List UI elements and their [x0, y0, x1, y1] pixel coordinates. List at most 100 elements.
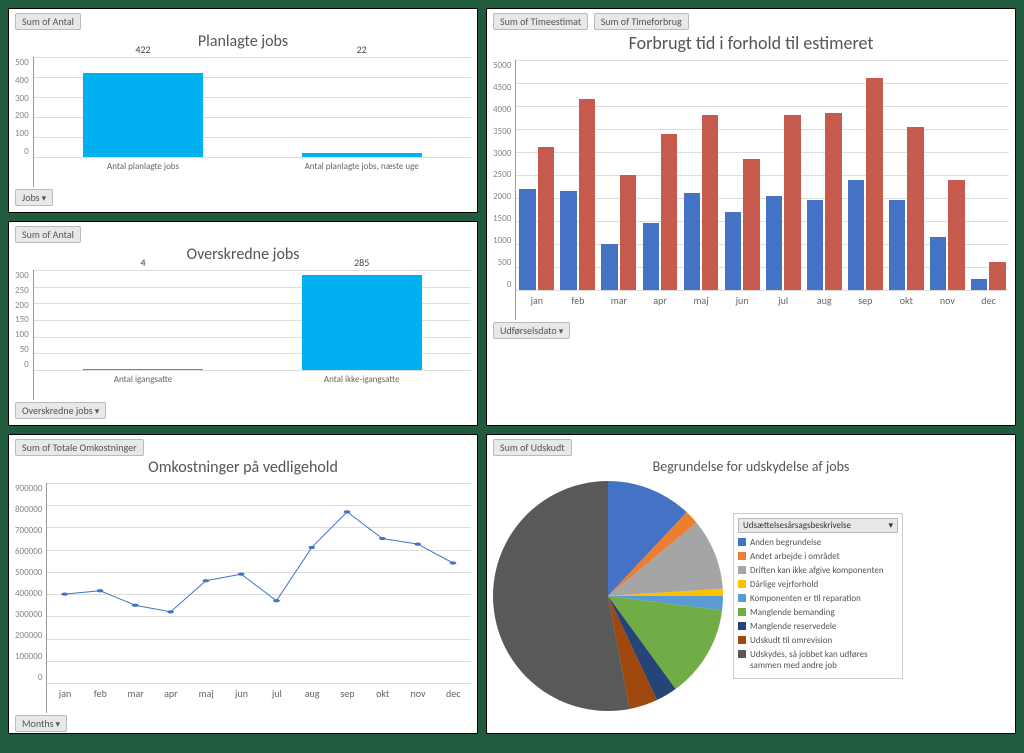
- legend-swatch: [738, 566, 746, 574]
- legend-row: Dårlige vejrforhold: [738, 579, 898, 590]
- legend-row: Manglende reservedele: [738, 621, 898, 632]
- x-label: mar: [598, 294, 639, 307]
- group-apr: [639, 60, 680, 290]
- legend-row: Udskudt til omrevision: [738, 635, 898, 646]
- x-label: maj: [189, 687, 224, 700]
- bar-value: 4: [34, 256, 253, 269]
- x-label: dec: [436, 687, 471, 700]
- bar-chart-planlagte: 500400300200100042222Antal planlagte job…: [15, 57, 471, 187]
- x-label: feb: [557, 294, 598, 307]
- x-label: jul: [259, 687, 294, 700]
- chart-title: Begrundelse for udskydelse af jobs: [493, 458, 1009, 475]
- x-label: Antal ikke-igangsatte: [252, 374, 471, 385]
- bar-0: 422: [34, 57, 253, 157]
- legend-row: Manglende bemanding: [738, 607, 898, 618]
- x-label: okt: [365, 687, 400, 700]
- legend-label: Anden begrundelse: [750, 537, 821, 548]
- legend-label: Manglende reservedele: [750, 621, 836, 632]
- header-pill-timeestimat: Sum of Timeestimat: [493, 13, 588, 30]
- legend-swatch: [738, 552, 746, 560]
- legend-row: Driften kan ikke afgive komponenten: [738, 565, 898, 576]
- group-feb: [557, 60, 598, 290]
- chart-title: Forbrugt tid i forhold til estimeret: [493, 32, 1009, 54]
- x-label: jan: [47, 687, 82, 700]
- x-label: jan: [516, 294, 557, 307]
- panel-planlagte-jobs: Sum of Antal Planlagte jobs 500400300200…: [8, 8, 478, 213]
- filter-months[interactable]: Months: [15, 715, 67, 732]
- x-label: apr: [153, 687, 188, 700]
- header-pill-sum-antal: Sum of Antal: [15, 13, 81, 30]
- filter-overskredne-jobs[interactable]: Overskredne jobs: [15, 402, 106, 419]
- header-pill-udskudt: Sum of Udskudt: [493, 439, 572, 456]
- x-label: maj: [681, 294, 722, 307]
- filter-jobs[interactable]: Jobs: [15, 189, 53, 206]
- group-dec: [968, 60, 1009, 290]
- x-label: sep: [845, 294, 886, 307]
- header-pill-totale-omkostninger: Sum of Totale Omkostninger: [15, 439, 144, 456]
- x-label: dec: [968, 294, 1009, 307]
- legend-swatch: [738, 594, 746, 602]
- panel-omkostninger: Sum of Totale Omkostninger Omkostninger …: [8, 434, 478, 734]
- x-label: jun: [722, 294, 763, 307]
- group-jun: [722, 60, 763, 290]
- bar-0: 4: [34, 270, 253, 370]
- legend-label: Andet arbejde i området: [750, 551, 840, 562]
- x-label: Antal planlagte jobs, næste uge: [252, 161, 471, 172]
- legend-label: Manglende bemanding: [750, 607, 835, 618]
- bar-1: 22: [252, 57, 471, 157]
- x-label: Antal igangsatte: [34, 374, 253, 385]
- x-label: jul: [763, 294, 804, 307]
- x-label: okt: [886, 294, 927, 307]
- legend-label: Dårlige vejrforhold: [750, 579, 818, 590]
- header-pill-timeforbrug: Sum of Timeforbrug: [594, 13, 689, 30]
- x-label: sep: [330, 687, 365, 700]
- x-label: apr: [639, 294, 680, 307]
- grouped-bar-chart-forbrugt: 5000450040003500300025002000150010005000…: [493, 60, 1009, 320]
- legend-swatch: [738, 622, 746, 630]
- group-jul: [763, 60, 804, 290]
- group-nov: [927, 60, 968, 290]
- bar-chart-overskredne: 3002502001501005004285Antal igangsatteAn…: [15, 270, 471, 400]
- legend-label: Udskudt til omrevision: [750, 635, 832, 646]
- legend-label: Driften kan ikke afgive komponenten: [750, 565, 884, 576]
- panel-forbrugt-tid: Sum of Timeestimat Sum of Timeforbrug Fo…: [486, 8, 1016, 426]
- filter-udforselsdato[interactable]: Udførselsdato: [493, 322, 570, 339]
- group-okt: [886, 60, 927, 290]
- group-jan: [516, 60, 557, 290]
- legend-swatch: [738, 538, 746, 546]
- legend-label: Komponenten er til reparation: [750, 593, 861, 604]
- x-label: mar: [118, 687, 153, 700]
- pie-legend: Udsættelsesårsagsbeskrivelse Anden begru…: [733, 513, 903, 679]
- group-sep: [845, 60, 886, 290]
- bar-value: 422: [34, 43, 253, 56]
- group-mar: [598, 60, 639, 290]
- dashboard-grid: Sum of Antal Planlagte jobs 500400300200…: [8, 8, 1016, 734]
- legend-row: Andet arbejde i området: [738, 551, 898, 562]
- bar-1: 285: [252, 270, 471, 370]
- x-label: feb: [83, 687, 118, 700]
- x-label: jun: [224, 687, 259, 700]
- header-pill-sum-antal: Sum of Antal: [15, 226, 81, 243]
- chart-title: Omkostninger på vedligehold: [15, 458, 471, 477]
- x-label: nov: [927, 294, 968, 307]
- x-label: aug: [294, 687, 329, 700]
- legend-swatch: [738, 650, 746, 658]
- legend-swatch: [738, 608, 746, 616]
- legend-swatch: [738, 636, 746, 644]
- legend-row: Udskydes, så jobbet kan udføres sammen m…: [738, 649, 898, 671]
- panel-overskredne-jobs: Sum of Antal Overskredne jobs 3002502001…: [8, 221, 478, 426]
- x-label: nov: [400, 687, 435, 700]
- x-label: Antal planlagte jobs: [34, 161, 253, 172]
- group-aug: [804, 60, 845, 290]
- line-chart-omkostninger: 9000008000007000006000005000004000003000…: [15, 483, 471, 713]
- legend-row: Komponenten er til reparation: [738, 593, 898, 604]
- bar-value: 285: [252, 256, 471, 269]
- pie-chart-begrundelse: [493, 481, 723, 711]
- legend-label: Udskydes, så jobbet kan udføres sammen m…: [750, 649, 898, 671]
- panel-begrundelse: Sum of Udskudt Begrundelse for udskydels…: [486, 434, 1016, 734]
- legend-row: Anden begrundelse: [738, 537, 898, 548]
- group-maj: [681, 60, 722, 290]
- legend-swatch: [738, 580, 746, 588]
- bar-value: 22: [252, 43, 471, 56]
- legend-header-filter[interactable]: Udsættelsesårsagsbeskrivelse: [738, 518, 898, 533]
